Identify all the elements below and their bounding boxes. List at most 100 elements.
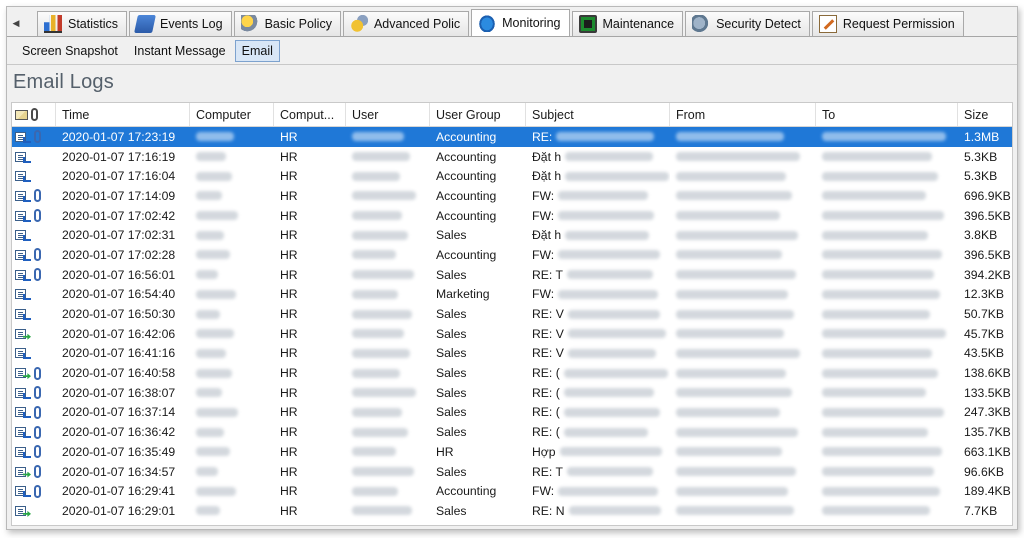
incoming-mail-icon [15,406,31,419]
tab-basic-policy[interactable]: Basic Policy [233,11,341,36]
table-row[interactable]: 2020-01-07 16:29:41 HR Accounting FW: 18… [12,481,1012,501]
table-row[interactable]: 2020-01-07 17:14:09 HR Accounting FW: 69… [12,186,1012,206]
tab-label: Events Log [160,17,223,31]
table-row[interactable]: 2020-01-07 16:54:40 HR Marketing FW: 12.… [12,285,1012,305]
cell-from [670,403,816,423]
tab-request-permission[interactable]: Request Permission [811,11,964,36]
column-header-computer-group[interactable]: Comput... [274,103,346,126]
cell-size: 43.5KB [964,346,1004,361]
cell-computer [190,245,274,265]
tab-statistics[interactable]: Statistics [37,11,128,36]
cell-to [816,481,958,501]
row-icons [12,166,56,186]
table-row[interactable]: 2020-01-07 16:38:07 HR Sales RE: ( 133.5… [12,383,1012,403]
column-header-from[interactable]: From [670,103,816,126]
cell-computer-group: HR [280,228,298,243]
statistics-icon [44,15,62,33]
table-row[interactable]: 2020-01-07 16:34:57 HR Sales RE: T 96.6K… [12,462,1012,482]
email-log-table: Time Computer Comput... User User Group … [11,102,1013,526]
cell-computer-group: HR [280,366,298,381]
cell-size: 189.4KB [964,484,1011,499]
table-row[interactable]: 2020-01-07 16:41:16 HR Sales RE: V 43.5K… [12,344,1012,364]
subtab-email[interactable]: Email [234,40,280,62]
cell-computer-group: HR [280,385,298,400]
header-icons[interactable] [12,103,56,126]
tab-monitoring[interactable]: Monitoring [471,9,570,36]
table-row[interactable]: 2020-01-07 17:16:04 HR Accounting Đặt h … [12,166,1012,186]
cell-time: 2020-01-07 16:54:40 [62,287,176,302]
tab-events-log[interactable]: Events Log [129,11,232,36]
table-row[interactable]: 2020-01-07 16:37:14 HR Sales RE: ( 247.3… [12,403,1012,423]
incoming-mail-icon [15,190,31,202]
column-header-computer[interactable]: Computer [190,103,274,126]
incoming-mail-icon [15,288,31,301]
tab-scroll-left-icon[interactable]: ◀ [9,10,23,36]
row-icons [12,265,56,285]
tab-label: Security Detect [716,17,801,31]
cell-to [816,383,958,403]
table-row[interactable]: 2020-01-07 17:16:19 HR Accounting Đặt h … [12,147,1012,167]
cell-from [670,147,816,167]
table-row[interactable]: 2020-01-07 16:50:30 HR Sales RE: V 50.7K… [12,304,1012,324]
cell-to [816,245,958,265]
column-header-subject[interactable]: Subject [526,103,670,126]
subject-prefix: RE: ( [532,366,560,381]
cell-computer-group: HR [280,188,298,203]
cell-time: 2020-01-07 17:16:19 [62,149,176,164]
table-row[interactable]: 2020-01-07 16:36:42 HR Sales RE: ( 135.7… [12,422,1012,442]
cell-to [816,265,958,285]
row-icons [12,186,56,206]
subject-prefix: Hợp [532,444,556,459]
tab-security-detect[interactable]: Security Detect [685,11,810,36]
table-row[interactable]: 2020-01-07 16:40:58 HR Sales RE: ( 138.6… [12,363,1012,383]
table-header: Time Computer Comput... User User Group … [12,103,1012,127]
tab-maintenance[interactable]: Maintenance [571,11,684,36]
cell-user [346,206,430,226]
advanced-policy-icon [349,15,368,33]
tab-label: Monitoring [502,16,561,30]
incoming-mail-icon [15,426,31,439]
cell-to [816,147,958,167]
incoming-mail-icon [15,347,31,360]
subject-prefix: RE: [532,129,553,144]
incoming-mail-icon [15,151,31,163]
cell-user [346,501,430,521]
cell-size: 247.3KB [964,405,1011,420]
table-row[interactable]: 2020-01-07 16:42:06 HR Sales RE: V 45.7K… [12,324,1012,344]
cell-computer-group: HR [280,484,298,499]
cell-size: 133.5KB [964,385,1011,400]
cell-computer [190,363,274,383]
cell-computer [190,422,274,442]
cell-from [670,285,816,305]
column-header-user-group[interactable]: User Group [430,103,526,126]
cell-from [670,422,816,442]
tab-advanced-policy[interactable]: Advanced Polic [342,11,470,36]
row-icons [12,344,56,364]
column-header-size[interactable]: Size [958,103,1012,126]
cell-computer [190,127,274,147]
cell-subject: RE: ( [526,422,670,442]
row-icons [12,383,56,403]
table-row[interactable]: 2020-01-07 16:35:49 HR HR Hợp 663.1KB [12,442,1012,462]
subtab-screen-snapshot[interactable]: Screen Snapshot [15,40,125,62]
cell-user-group: Accounting [436,208,497,223]
cell-size: 135.7KB [964,425,1011,440]
table-row[interactable]: 2020-01-07 17:02:31 HR Sales Đặt h 3.8KB [12,225,1012,245]
table-row[interactable]: 2020-01-07 16:56:01 HR Sales RE: T 394.2… [12,265,1012,285]
table-row[interactable]: 2020-01-07 17:02:42 HR Accounting FW: 39… [12,206,1012,226]
cell-user [346,304,430,324]
cell-user [346,442,430,462]
table-row[interactable]: 2020-01-07 17:23:19 HR Accounting RE: 1.… [12,127,1012,147]
column-header-to[interactable]: To [816,103,958,126]
cell-to [816,422,958,442]
cell-subject: FW: [526,186,670,206]
subtab-instant-message[interactable]: Instant Message [127,40,233,62]
cell-to [816,186,958,206]
tab-label: Basic Policy [264,17,332,31]
main-tab-strip: ◀ Statistics Events Log Basic Policy Adv… [7,7,1017,37]
column-header-time[interactable]: Time [56,103,190,126]
table-row[interactable]: 2020-01-07 16:29:01 HR Sales RE: N 7.7KB [12,501,1012,521]
row-icons [12,501,56,521]
column-header-user[interactable]: User [346,103,430,126]
table-row[interactable]: 2020-01-07 17:02:28 HR Accounting FW: 39… [12,245,1012,265]
